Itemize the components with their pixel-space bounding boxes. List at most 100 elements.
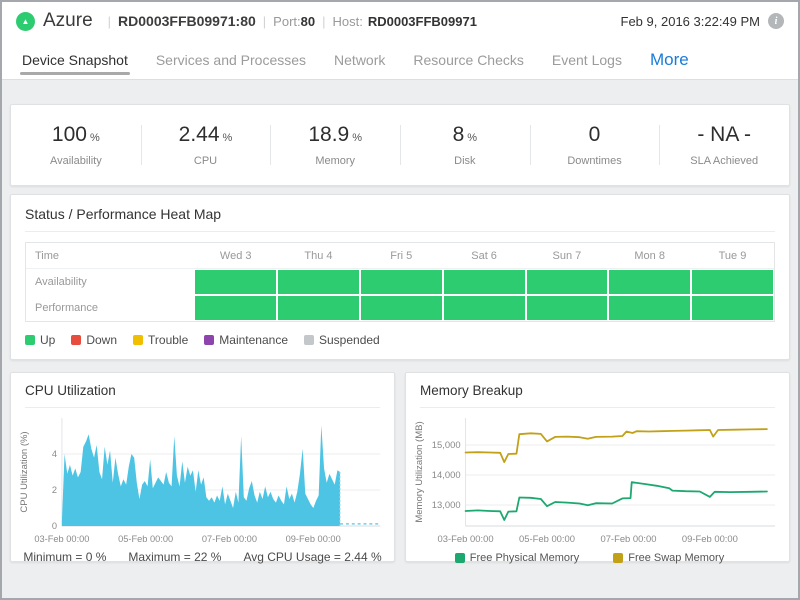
memory-label: Memory bbox=[270, 155, 400, 167]
down-swatch-icon bbox=[71, 335, 81, 345]
heatmap-cell[interactable] bbox=[609, 296, 690, 320]
heatmap-legend-down: Down bbox=[71, 333, 117, 347]
trouble-swatch-icon bbox=[133, 335, 143, 345]
tab-event-logs[interactable]: Event Logs bbox=[538, 40, 636, 79]
divider: | bbox=[263, 14, 266, 29]
metric-availability: 100% Availability bbox=[11, 117, 141, 173]
tab-bar: Device Snapshot Services and Processes N… bbox=[2, 40, 798, 80]
summary-metrics-panel: 100% Availability 2.44% CPU 18.9% Memory… bbox=[10, 104, 790, 186]
heatmap-table: Time Wed 3 Thu 4 Fri 5 Sat 6 Sun 7 Mon 8… bbox=[25, 242, 775, 322]
disk-value: 8 bbox=[453, 123, 465, 146]
memory-legend: Free Physical Memory Free Swap Memory bbox=[406, 552, 789, 564]
host-label: Host: bbox=[333, 14, 363, 29]
heatmap-time-header: Time bbox=[26, 243, 194, 268]
heatmap-cell[interactable] bbox=[609, 270, 690, 294]
legend-free-physical-memory: Free Physical Memory bbox=[455, 552, 579, 564]
tab-services-and-processes[interactable]: Services and Processes bbox=[142, 40, 320, 79]
heatmap-row-label: Availability bbox=[26, 269, 194, 295]
metric-memory: 18.9% Memory bbox=[270, 117, 400, 173]
heatmap-col-sat6: Sat 6 bbox=[443, 243, 526, 268]
info-icon[interactable]: i bbox=[768, 13, 784, 29]
heatmap-cells-availability bbox=[194, 269, 774, 295]
cpu-chart-title: CPU Utilization bbox=[25, 383, 380, 408]
tab-resource-checks[interactable]: Resource Checks bbox=[399, 40, 538, 79]
heatmap-cell[interactable] bbox=[195, 270, 276, 294]
port-value: 80 bbox=[301, 14, 315, 29]
heatmap-cell[interactable] bbox=[527, 296, 608, 320]
svg-text:07-Feb 00:00: 07-Feb 00:00 bbox=[202, 534, 257, 544]
availability-value: 100 bbox=[52, 123, 87, 146]
heatmap-col-wed3: Wed 3 bbox=[194, 243, 277, 268]
memory-line-chart[interactable]: 13,000 14,000 15,000 03-Feb 00:00 05-Feb 00:… bbox=[412, 410, 783, 550]
svg-text:09-Feb 00:00: 09-Feb 00:00 bbox=[286, 534, 341, 544]
device-id: RD0003FFB09971:80 bbox=[118, 13, 256, 29]
tab-network[interactable]: Network bbox=[320, 40, 399, 79]
charts-row: CPU Utilization 0 2 4 03-Feb 00:00 05-Feb 00… bbox=[10, 372, 790, 562]
heatmap-legend-maintenance: Maintenance bbox=[204, 333, 288, 347]
heatmap-cell[interactable] bbox=[444, 296, 525, 320]
heatmap-row-label: Performance bbox=[26, 295, 194, 321]
svg-text:2: 2 bbox=[52, 485, 57, 495]
svg-text:15,000: 15,000 bbox=[432, 440, 461, 451]
heatmap-legend-up: Up bbox=[25, 333, 55, 347]
heatmap-cell[interactable] bbox=[361, 270, 442, 294]
cpu-summary: Minimum = 0 % Maximum = 22 % Avg CPU Usa… bbox=[11, 550, 394, 564]
divider: | bbox=[108, 14, 111, 29]
heatmap-cell[interactable] bbox=[278, 296, 359, 320]
up-swatch-icon bbox=[25, 335, 35, 345]
cpu-utilization-panel: CPU Utilization 02403-Feb 00:0005-Feb 00… bbox=[10, 372, 395, 562]
svg-text:05-Feb 00:00: 05-Feb 00:00 bbox=[519, 534, 575, 545]
heatmap-cell[interactable] bbox=[444, 270, 525, 294]
heatmap-panel: Status / Performance Heat Map Time Wed 3… bbox=[10, 194, 790, 360]
last-polled-datetime: Feb 9, 2016 3:22:49 PM bbox=[621, 14, 760, 29]
heatmap-cell[interactable] bbox=[195, 296, 276, 320]
cpu-area-chart[interactable]: 02403-Feb 00:0005-Feb 00:0007-Feb 00:000… bbox=[17, 410, 388, 550]
heatmap-col-tue9: Tue 9 bbox=[691, 243, 774, 268]
heatmap-row-performance: Performance bbox=[26, 295, 774, 321]
svg-text:05-Feb 00:00: 05-Feb 00:00 bbox=[118, 534, 173, 544]
swap-memory-swatch-icon bbox=[613, 553, 623, 563]
svg-text:Memory Utilization (MB): Memory Utilization (MB) bbox=[414, 421, 425, 522]
host-value: RD0003FFB09971 bbox=[368, 14, 477, 29]
heatmap-cell[interactable] bbox=[692, 296, 773, 320]
tab-device-snapshot[interactable]: Device Snapshot bbox=[8, 40, 142, 79]
memory-value: 18.9 bbox=[308, 123, 349, 146]
heatmap-legend: Up Down Trouble Maintenance Suspended bbox=[25, 333, 775, 347]
divider: | bbox=[322, 14, 325, 29]
heatmap-legend-suspended: Suspended bbox=[304, 333, 380, 347]
heatmap-cells-performance bbox=[194, 295, 774, 321]
sla-value: - NA - bbox=[697, 123, 751, 146]
heatmap-cell[interactable] bbox=[527, 270, 608, 294]
heatmap-row-availability: Availability bbox=[26, 269, 774, 295]
svg-text:4: 4 bbox=[52, 449, 57, 459]
svg-text:CPU Utilization (%): CPU Utilization (%) bbox=[19, 431, 29, 512]
downtimes-value: 0 bbox=[589, 123, 601, 146]
cpu-minimum: Minimum = 0 % bbox=[23, 550, 106, 564]
heatmap-cell[interactable] bbox=[692, 270, 773, 294]
legend-free-swap-memory: Free Swap Memory bbox=[613, 552, 724, 564]
cpu-value: 2.44 bbox=[179, 123, 220, 146]
downtimes-label: Downtimes bbox=[530, 155, 660, 167]
maintenance-swatch-icon bbox=[204, 335, 214, 345]
availability-unit: % bbox=[90, 132, 100, 144]
heatmap-legend-trouble: Trouble bbox=[133, 333, 188, 347]
memory-chart-body: 13,000 14,000 15,000 03-Feb 00:00 05-Feb 00:… bbox=[406, 408, 789, 550]
metric-disk: 8% Disk bbox=[400, 117, 530, 173]
heatmap-col-thu4: Thu 4 bbox=[277, 243, 360, 268]
svg-text:0: 0 bbox=[52, 521, 57, 531]
device-status-up-icon: ▲ bbox=[16, 12, 35, 31]
suspended-swatch-icon bbox=[304, 335, 314, 345]
physical-memory-swatch-icon bbox=[455, 553, 465, 563]
heatmap-cell[interactable] bbox=[361, 296, 442, 320]
cpu-unit: % bbox=[223, 132, 233, 144]
tab-more[interactable]: More bbox=[636, 40, 703, 79]
svg-text:03-Feb 00:00: 03-Feb 00:00 bbox=[438, 534, 494, 545]
port-label: Port: bbox=[273, 14, 300, 29]
availability-label: Availability bbox=[11, 155, 141, 167]
memory-breakup-panel: Memory Breakup 13,00014,00015,00003-Feb … bbox=[405, 372, 790, 562]
svg-text:14,000: 14,000 bbox=[432, 470, 461, 481]
svg-text:13,000: 13,000 bbox=[432, 500, 461, 511]
metric-downtimes: 0 Downtimes bbox=[530, 117, 660, 173]
heatmap-cell[interactable] bbox=[278, 270, 359, 294]
svg-text:07-Feb 00:00: 07-Feb 00:00 bbox=[600, 534, 656, 545]
